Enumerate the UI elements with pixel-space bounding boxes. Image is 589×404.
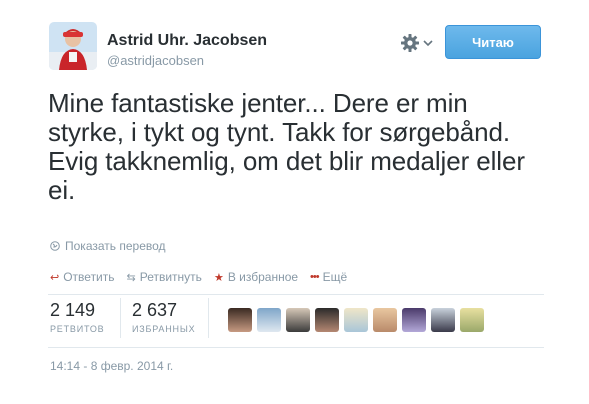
reply-icon: ↩	[50, 271, 60, 284]
favorites-count: 2 637	[132, 300, 178, 320]
favoriter-avatar[interactable]	[460, 308, 484, 332]
more-label: Ещё	[322, 270, 348, 284]
retweets-label: РЕТВИТОВ	[50, 324, 105, 334]
reply-label: Ответить	[63, 270, 115, 284]
favoriter-avatar[interactable]	[315, 308, 339, 332]
stat-separator	[120, 298, 121, 338]
favoriter-avatar[interactable]	[402, 308, 426, 332]
retweet-icon: ⇆	[126, 271, 136, 284]
retweet-label: Ретвитнуть	[139, 270, 202, 284]
retweets-count: 2 149	[50, 300, 96, 320]
more-icon: •••	[310, 271, 320, 283]
follow-button[interactable]: Читаю	[445, 25, 541, 59]
favoriter-avatar[interactable]	[344, 308, 368, 332]
tweet-timestamp[interactable]: 14:14 - 8 февр. 2014 г.	[50, 359, 173, 373]
user-name[interactable]: Astrid Uhr. Jacobsen	[107, 32, 267, 50]
more-button[interactable]: ••• Ещё	[310, 270, 347, 284]
user-avatar[interactable]	[49, 22, 97, 70]
gear-icon	[401, 34, 419, 52]
translate-link[interactable]: Показать перевод	[50, 239, 166, 253]
user-handle[interactable]: @astridjacobsen	[107, 53, 204, 68]
favoriter-avatar[interactable]	[286, 308, 310, 332]
favoriter-avatar[interactable]	[257, 308, 281, 332]
globe-icon	[50, 241, 60, 251]
favoriter-avatar[interactable]	[431, 308, 455, 332]
chevron-down-icon	[423, 40, 433, 47]
favorites-stat[interactable]: 2 637 ИЗБРАННЫХ	[132, 300, 195, 334]
translate-label: Показать перевод	[65, 239, 166, 253]
settings-dropdown[interactable]	[400, 32, 440, 54]
favoriter-avatar[interactable]	[373, 308, 397, 332]
tweet-actions: ↩ Ответить ⇆ Ретвитнуть ★ В избранное ••…	[50, 270, 359, 284]
favoriter-avatars	[228, 308, 489, 332]
stat-separator	[208, 298, 209, 338]
divider	[48, 347, 544, 348]
retweets-stat[interactable]: 2 149 РЕТВИТОВ	[50, 300, 104, 334]
reply-button[interactable]: ↩ Ответить	[50, 270, 115, 284]
tweet-card: Astrid Uhr. Jacobsen @astridjacobsen Чит…	[0, 0, 589, 404]
divider	[48, 294, 544, 295]
favorite-button[interactable]: ★ В избранное	[214, 270, 298, 284]
tweet-text: Mine fantastiske jenter... Dere er min s…	[48, 88, 525, 205]
favorite-label: В избранное	[227, 270, 299, 284]
favoriter-avatar[interactable]	[228, 308, 252, 332]
favorites-label: ИЗБРАННЫХ	[132, 324, 196, 334]
star-icon: ★	[213, 271, 224, 284]
retweet-button[interactable]: ⇆ Ретвитнуть	[127, 270, 202, 284]
